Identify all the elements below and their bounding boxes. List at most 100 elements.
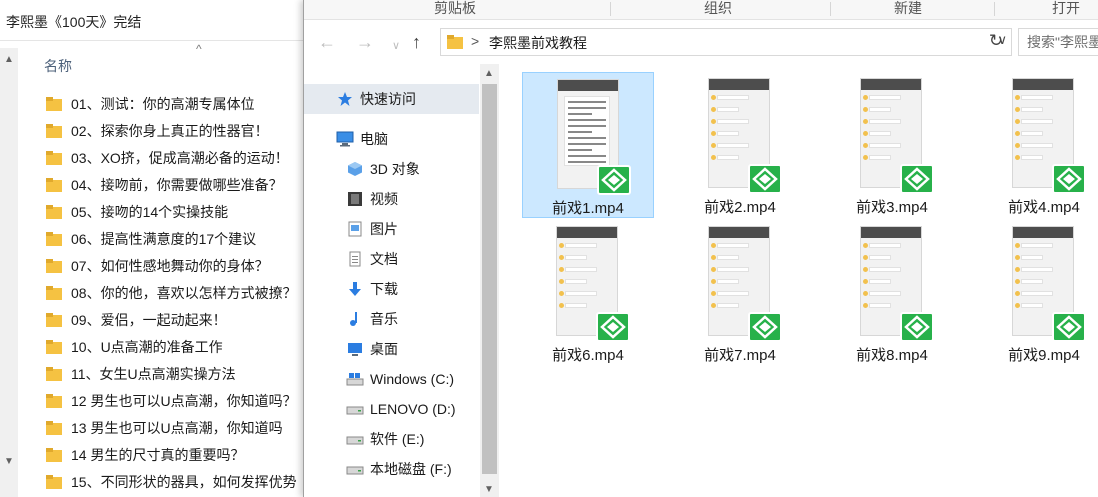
nav-label: 软件 (E:) — [370, 431, 425, 447]
file-tile[interactable]: 前戏1.mp4 — [522, 72, 654, 218]
file-tile[interactable]: 前戏6.mp4 — [522, 220, 654, 366]
vertical-scrollbar[interactable]: ▲ ▼ — [0, 48, 18, 497]
ribbon-group-clipboard[interactable]: 剪贴板 — [434, 0, 476, 20]
scrollbar-thumb[interactable] — [482, 84, 497, 474]
nav-item[interactable]: 本地磁盘 (F:) — [346, 454, 452, 484]
video-player-badge-icon — [748, 312, 782, 342]
nav-item[interactable]: 文档 — [346, 244, 398, 274]
nav-item[interactable]: Windows (C:) — [346, 364, 454, 394]
folder-list-item[interactable]: 10、U点高潮的准备工作 — [46, 333, 306, 360]
drive-icon — [346, 460, 364, 478]
nav-quick-access[interactable]: 快速访问 — [304, 84, 479, 114]
nav-label: 电脑 — [360, 131, 388, 147]
star-icon — [336, 90, 354, 108]
file-name: 前戏8.mp4 — [856, 347, 928, 364]
folder-name: 14 男生的尺寸真的重要吗？ — [71, 446, 245, 463]
folder-icon — [46, 393, 62, 408]
folder-name: 13 男生也可以U点高潮，你知道吗 — [71, 419, 283, 436]
music-icon — [346, 310, 364, 328]
folder-list-item[interactable]: 14 男生的尺寸真的重要吗？ — [46, 441, 306, 468]
nav-label: 3D 对象 — [370, 161, 420, 177]
arrow-up-icon[interactable]: ↑ — [412, 32, 421, 52]
nav-pane-scrollbar[interactable]: ▲ ▼ — [480, 64, 499, 497]
video-thumbnail — [708, 78, 782, 194]
nav-label: 快速访问 — [360, 91, 416, 107]
pictures-icon — [346, 220, 364, 238]
folder-list-item[interactable]: 12 男生也可以U点高潮，你知道吗？ — [46, 387, 306, 414]
folder-icon — [46, 447, 62, 462]
nav-item[interactable]: 桌面 — [346, 334, 398, 364]
nav-item[interactable]: 下载 — [346, 274, 398, 304]
folder-icon — [46, 474, 62, 489]
folder-icon — [447, 35, 463, 49]
breadcrumb-separator[interactable]: > — [471, 33, 479, 49]
folder-list-item[interactable]: 03、XO挤，促成高潮必备的运动！ — [46, 144, 306, 171]
video-thumbnail — [557, 79, 631, 195]
folder-list-item[interactable]: 07、如何性感地舞动你的身体？ — [46, 252, 306, 279]
scroll-down-icon[interactable]: ▼ — [484, 484, 494, 495]
folder-list-item[interactable]: 02、探索你身上真正的性器官！ — [46, 117, 306, 144]
folder-icon — [46, 177, 62, 192]
nav-item[interactable]: LENOVO (D:) — [346, 394, 456, 424]
video-thumbnail — [860, 78, 934, 194]
nav-item[interactable]: 视频 — [346, 184, 398, 214]
3d-objects-icon — [346, 160, 364, 178]
refresh-icon[interactable]: ↻ — [984, 31, 1008, 55]
scroll-up-icon[interactable]: ▲ — [484, 68, 494, 79]
nav-item[interactable]: 软件 (E:) — [346, 424, 424, 454]
folder-icon — [46, 96, 62, 111]
nav-item[interactable]: 音乐 — [346, 304, 398, 334]
folder-list-item[interactable]: 05、接吻的14个实操技能 — [46, 198, 306, 225]
file-tile[interactable]: 前戏9.mp4 — [978, 220, 1098, 366]
folder-list-item[interactable]: 15、不同形状的器具，如何发挥优势 — [46, 468, 306, 495]
file-tile[interactable]: 前戏8.mp4 — [826, 220, 958, 366]
navigation-pane: 快速访问 电脑 3D 对象视频 图片 文档下载音乐 桌面 Windows (C:) LEN… — [304, 64, 499, 497]
folder-icon — [46, 150, 62, 165]
nav-label: 下载 — [370, 281, 398, 297]
drive-icon — [346, 430, 364, 448]
drive-c-icon — [346, 370, 364, 388]
video-player-badge-icon — [900, 164, 934, 194]
column-header-name[interactable]: 名称 — [44, 56, 72, 76]
file-name: 前戏6.mp4 — [552, 347, 624, 364]
folder-name: 05、接吻的14个实操技能 — [71, 203, 229, 220]
nav-this-pc[interactable]: 电脑 — [336, 124, 388, 154]
arrow-left-icon[interactable]: ← — [318, 32, 336, 52]
nav-item[interactable]: 3D 对象 — [346, 154, 420, 184]
nav-label: 本地磁盘 (F:) — [370, 461, 452, 477]
folder-name: 15、不同形状的器具，如何发挥优势 — [71, 473, 297, 490]
folder-list-item[interactable]: 08、你的他，喜欢以怎样方式被撩？ — [46, 279, 306, 306]
sort-ascending-icon[interactable]: ^ — [196, 43, 202, 55]
folder-list-item[interactable]: 13 男生也可以U点高潮，你知道吗 — [46, 414, 306, 441]
nav-item[interactable]: 图片 — [346, 214, 398, 244]
video-player-badge-icon — [900, 312, 934, 342]
file-tile[interactable]: 前戏2.mp4 — [674, 72, 806, 218]
folder-name: 04、接吻前，你需要做哪些准备？ — [71, 176, 283, 193]
ribbon: 剪贴板 组织 新建 打开 — [304, 0, 1098, 20]
folder-list-item[interactable]: 04、接吻前，你需要做哪些准备？ — [46, 171, 306, 198]
address-bar[interactable]: > 李熙墨前戏教程 ∨ — [440, 28, 1012, 56]
folder-list-item[interactable]: 11、女生U点高潮实操方法 — [46, 360, 306, 387]
chevron-down-icon[interactable]: ∨ — [392, 36, 400, 56]
file-name: 前戏2.mp4 — [704, 199, 776, 216]
scroll-up-icon[interactable]: ▲ — [4, 54, 14, 65]
video-player-badge-icon — [1052, 164, 1086, 194]
file-tile[interactable]: 前戏7.mp4 — [674, 220, 806, 366]
computer-icon — [336, 130, 354, 148]
file-explorer-window: 剪贴板 组织 新建 打开 ← → ∨ ↑ > 李熙墨前戏教程 ∨ ↻ 搜索"李熙… — [303, 0, 1098, 497]
ribbon-group-new[interactable]: 新建 — [894, 0, 922, 20]
folder-icon — [46, 339, 62, 354]
folder-list-item[interactable]: 09、爱侣，一起动起来！ — [46, 306, 306, 333]
folder-list-item[interactable]: 01、测试：你的高潮专属体位 — [46, 90, 306, 117]
file-grid: 前戏1.mp4 前戏2.mp4 前戏3.mp4 前戏4.mp4 前戏6.mp4 前戏7.m… — [500, 64, 1098, 497]
scroll-down-icon[interactable]: ▼ — [4, 456, 14, 467]
ribbon-group-organize[interactable]: 组织 — [704, 0, 732, 20]
folder-list-item[interactable]: 06、提高性满意度的17个建议 — [46, 225, 306, 252]
ribbon-group-open[interactable]: 打开 — [1052, 0, 1080, 20]
breadcrumb-current-folder[interactable]: 李熙墨前戏教程 — [489, 33, 587, 53]
file-tile[interactable]: 前戏3.mp4 — [826, 72, 958, 218]
arrow-right-icon[interactable]: → — [356, 32, 374, 52]
file-name: 前戏1.mp4 — [552, 200, 624, 217]
search-input[interactable]: 搜索"李熙墨 — [1018, 28, 1098, 56]
file-tile[interactable]: 前戏4.mp4 — [978, 72, 1098, 218]
